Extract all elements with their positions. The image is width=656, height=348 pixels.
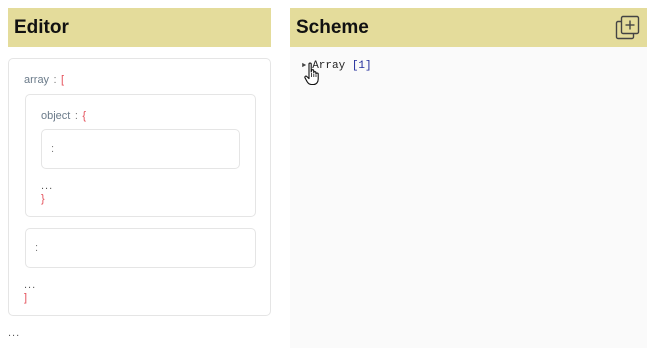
array-close-bracket: ] bbox=[24, 292, 28, 304]
editor-panel: Editor bbox=[8, 8, 271, 47]
array-open-bracket: [ bbox=[61, 74, 65, 86]
array-field-colon: : bbox=[35, 242, 39, 254]
hand-cursor-icon bbox=[304, 62, 319, 86]
editor-header: Editor bbox=[8, 8, 271, 47]
root-add-ellipsis[interactable]: ... bbox=[8, 327, 20, 339]
array-colon: : bbox=[53, 74, 57, 86]
scheme-body: ► Array [1] bbox=[290, 47, 647, 348]
array-header: array : [ bbox=[24, 70, 64, 88]
object-colon: : bbox=[74, 110, 78, 122]
array-add-ellipsis[interactable]: ... bbox=[24, 279, 36, 291]
object-field-colon: : bbox=[51, 143, 55, 155]
scheme-title: Scheme bbox=[296, 16, 369, 38]
object-close-brace: } bbox=[41, 193, 45, 205]
object-open-brace: { bbox=[82, 110, 87, 122]
object-add-ellipsis[interactable]: ... bbox=[41, 180, 53, 192]
array-field-row[interactable]: : bbox=[25, 228, 256, 268]
array-card: array : [ object : { : ... } : ... ] bbox=[8, 58, 271, 316]
object-key[interactable]: object bbox=[41, 110, 70, 122]
editor-title: Editor bbox=[14, 16, 69, 38]
tree-node-count: [1] bbox=[351, 60, 372, 72]
scheme-panel: Scheme ► Array [1] bbox=[290, 8, 647, 348]
object-card: object : { : ... } bbox=[25, 94, 256, 217]
add-copy-icon[interactable] bbox=[615, 15, 641, 41]
scheme-header: Scheme bbox=[290, 8, 647, 47]
object-field-row[interactable]: : bbox=[41, 129, 240, 169]
object-header: object : { bbox=[41, 106, 86, 124]
array-key[interactable]: array bbox=[24, 74, 49, 86]
